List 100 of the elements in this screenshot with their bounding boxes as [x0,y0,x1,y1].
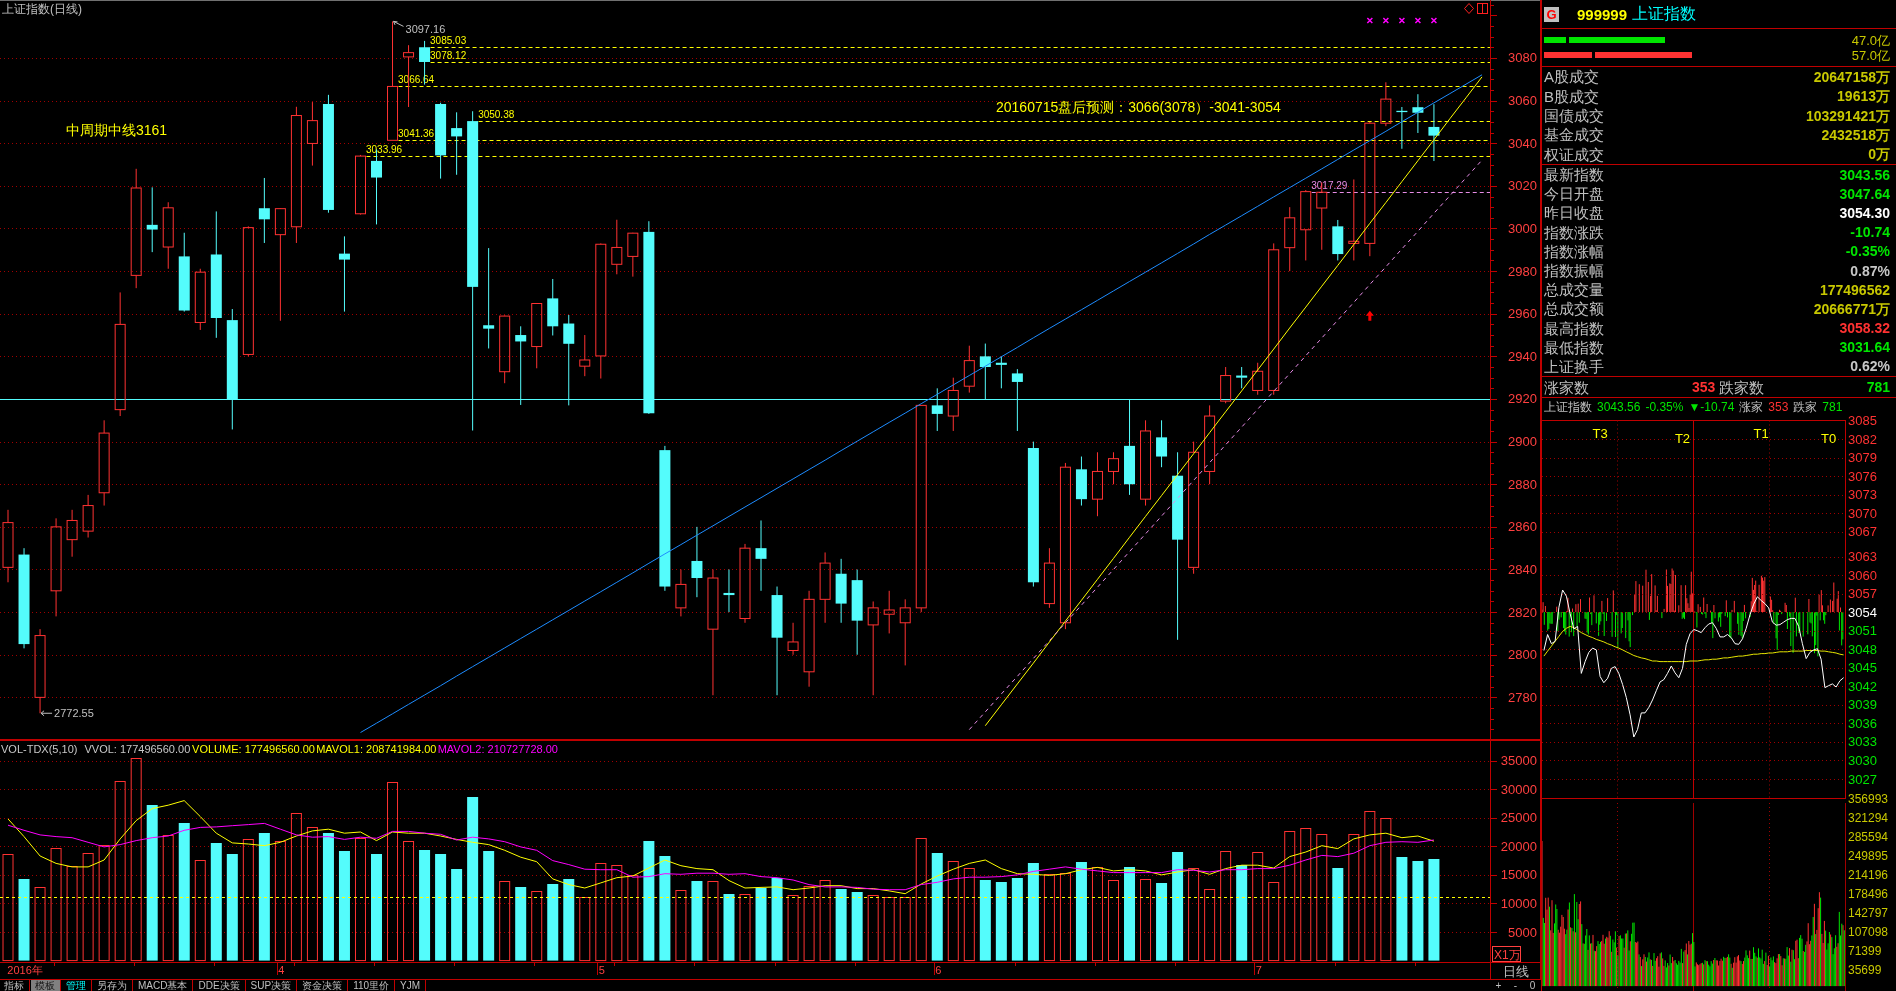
y-tick-label: 3054 [1848,604,1877,620]
y-tick-label: 3020 [1508,178,1537,194]
tab[interactable]: DDE决策 [194,980,246,991]
candle [931,387,943,432]
candle [1332,219,1344,261]
day-label: T2 [1674,430,1691,446]
volume-tick-label: 249895 [1848,848,1889,863]
y-tick-label: 3033 [1848,734,1877,750]
tab[interactable]: 另存为 [93,980,133,991]
y-tick-label: 3082 [1848,431,1877,447]
zoom-button[interactable]: - [1507,980,1524,991]
stat-label: 指数涨幅 [1544,243,1604,259]
stat-value: 3043.56 [1839,167,1890,182]
candle [1380,81,1392,127]
intraday-header-text: 涨家 [1739,400,1764,413]
date-label: 4 [278,964,285,976]
candle [899,598,911,666]
tab[interactable]: 模板 [31,980,61,991]
breadth-count: 353 [1692,380,1716,394]
y-tick-label: 2860 [1508,519,1537,535]
y-tick-label: 3085 [1848,415,1877,429]
meter-value: 57.0亿 [1851,48,1890,62]
y-tick-label: 3080 [1508,50,1537,66]
y-tick-label: 20000 [1500,838,1537,854]
stat-value: 0.62% [1850,359,1890,374]
split-box-icon[interactable] [1477,3,1488,14]
y-tick-label: 10000 [1500,895,1537,911]
y-tick-label: 3040 [1508,135,1537,151]
period-button[interactable]: 日线 [1490,962,1541,980]
cross-mark-icon [1414,17,1422,24]
intraday-header-text: -0.35% [1645,400,1684,413]
tab[interactable]: 指标 [0,980,30,991]
volume-tick-label: 356993 [1848,791,1889,806]
tab[interactable]: YJM [396,980,427,991]
candle [995,355,1007,389]
candle [531,302,543,369]
volume-tick-label: 178496 [1848,886,1889,901]
volume-tick-label: 35699 [1848,962,1882,977]
volume-tick-label: 71399 [1848,943,1882,958]
candle [675,569,687,617]
y-tick-label: 3039 [1848,697,1877,713]
y-tick-label: 3045 [1848,660,1877,676]
chart-title: 上证指数(日线) [2,2,82,16]
volume-tick-label: 321294 [1848,810,1889,825]
date-label: 7 [1255,964,1262,976]
indicator-readout: MAVOL1: 208741984.00 [316,743,437,755]
y-tick-label: 3073 [1848,487,1877,503]
y-tick-label: 3057 [1848,586,1877,602]
diamond-icon[interactable] [1464,3,1474,14]
candle [627,232,639,278]
volume-tick-label: 285594 [1848,829,1889,844]
tab[interactable]: MACD基本 [134,980,194,991]
stat-label: 最新指数 [1544,167,1604,183]
stat-value: 3054.30 [1839,205,1890,220]
pointer-arrow-icon [40,710,53,717]
turnover-label: 国债成交 [1544,108,1604,123]
y-tick-label: 2820 [1508,604,1537,620]
day-label: T3 [1592,425,1608,441]
candle [1108,451,1119,485]
candle [66,509,78,558]
candle [82,494,94,538]
y-tick-label: 3067 [1848,524,1877,540]
cross-mark-icon [1398,17,1406,24]
candle [947,377,959,432]
candle [979,343,991,400]
candle [1156,419,1168,468]
price-level-label: 3033.96 [366,143,403,155]
candle [1075,456,1087,507]
candle [1091,451,1103,517]
zoom-button[interactable]: 0 [1524,980,1541,991]
cross-mark-icon [1430,17,1438,24]
tab[interactable]: 资金决策 [298,980,349,991]
stat-value: 3058.32 [1839,321,1890,336]
y-tick-label: 3027 [1848,771,1877,787]
stat-label: 最低指数 [1544,339,1604,355]
volume-tick-label: 107098 [1848,924,1889,939]
breadth-count: 781 [1866,380,1890,394]
stat-label: 最高指数 [1544,320,1604,336]
price-extreme-label: 3097.16 [405,23,446,36]
stat-label: 今日开盘 [1544,186,1604,202]
y-tick-label: 2780 [1508,689,1537,705]
y-tick-label: 3030 [1848,753,1877,768]
indicator-readout: MAVOL2: 210727728.00 [437,743,558,755]
candle [1011,368,1023,432]
stat-label: 指数振幅 [1544,263,1604,279]
up-arrow-icon [1365,310,1374,321]
candle [1300,189,1312,261]
annotation-text: 中周期中线3161 [66,122,168,138]
candle [355,154,366,216]
zoom-button[interactable]: + [1490,980,1507,991]
intraday-header-text: ▼-10.74 [1688,400,1735,413]
turnover-label: A股成交 [1544,69,1599,85]
candle [547,278,559,336]
tab[interactable]: SUP决策 [246,980,298,991]
day-label: T0 [1821,430,1837,446]
tab[interactable]: 管理 [62,980,92,991]
turnover-value: 19613万 [1837,89,1890,104]
stat-value: 0.87% [1850,263,1890,278]
tab[interactable]: 110里价 [349,980,396,991]
market-badge: G [1544,6,1559,22]
